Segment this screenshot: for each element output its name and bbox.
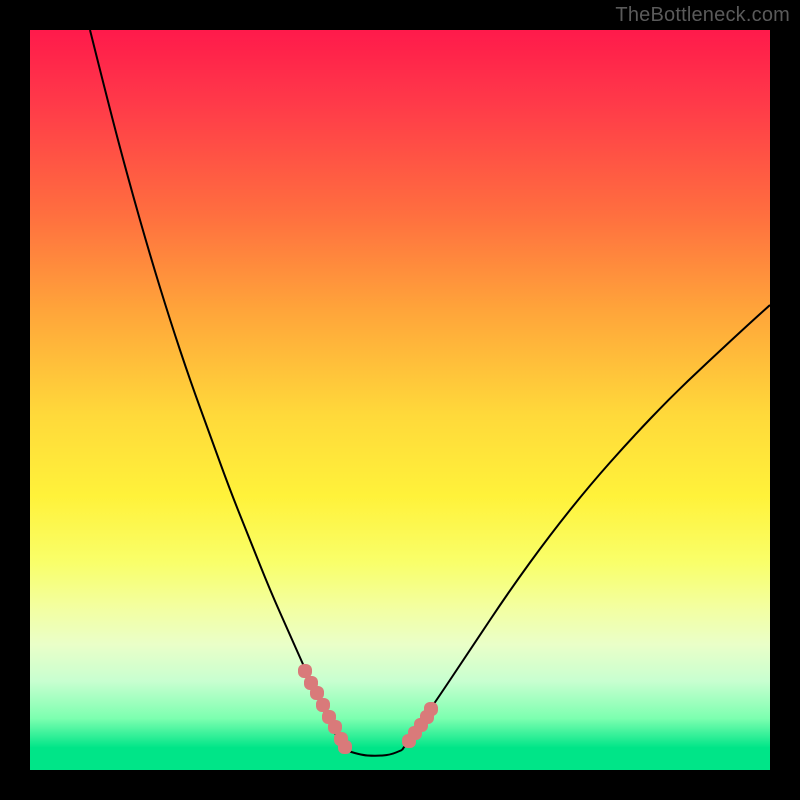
left-curve [90,30,345,750]
bead-marker [310,686,324,700]
beads-left [298,664,352,754]
chart-frame [30,30,770,770]
bead-marker [298,664,312,678]
right-curve [402,305,770,750]
watermark-text: TheBottleneck.com [615,4,790,27]
bead-marker [338,740,352,754]
bead-marker [316,698,330,712]
bead-marker [328,720,342,734]
valley-floor [345,750,402,756]
chart-svg [30,30,770,770]
bead-marker [424,702,438,716]
beads-right [402,702,438,748]
